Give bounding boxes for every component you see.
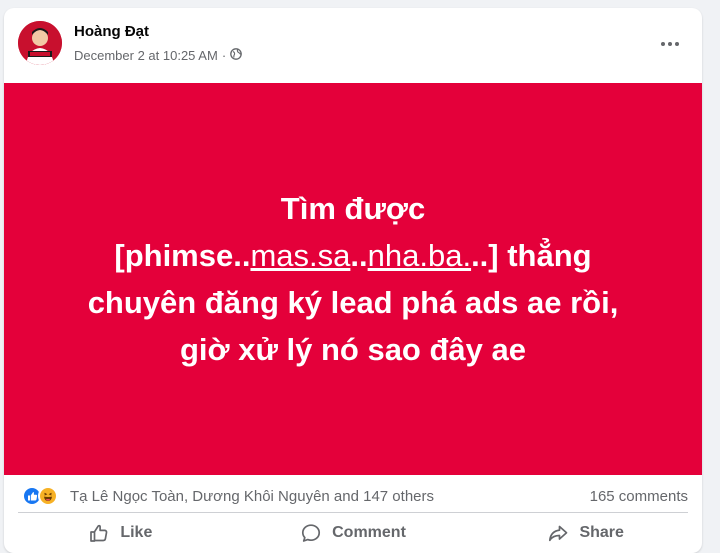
like-button[interactable]: Like (4, 513, 237, 553)
dot-icon (668, 42, 672, 46)
meta-separator: · (221, 48, 227, 63)
post-text-bracket-open: [phimse.. (114, 238, 251, 273)
avatar[interactable] (18, 21, 62, 65)
avatar-image (18, 21, 62, 65)
post-actions: Like Comment Share (4, 513, 702, 553)
post-link-2[interactable]: nha.ba. (368, 238, 471, 273)
like-label: Like (120, 524, 153, 541)
dot-icon (661, 42, 665, 46)
post-text: Tìm được [phimse..mas.sa..nha.ba...] thẳ… (43, 185, 663, 373)
thumbs-up-icon (88, 522, 110, 544)
share-label: Share (579, 524, 624, 541)
reacted-by-text[interactable]: Tạ Lê Ngọc Toàn, Dương Khôi Nguyên and 1… (70, 488, 434, 505)
post-link-1[interactable]: mas.sa (250, 238, 350, 273)
post-timestamp[interactable]: December 2 at 10:25 AM (74, 48, 218, 63)
post-text-line-3: chuyên đăng ký lead phá ads ae rồi, (87, 285, 619, 320)
comment-icon (300, 522, 322, 544)
share-icon (547, 522, 569, 544)
post-text-bracket-close: ..] thẳng (471, 238, 592, 273)
share-button[interactable]: Share (469, 513, 702, 553)
globe-icon[interactable] (230, 48, 243, 63)
post-meta: December 2 at 10:25 AM · (74, 48, 243, 63)
comment-label: Comment (332, 524, 406, 541)
post-card: Hoàng Đạt December 2 at 10:25 AM · Tìm đ… (4, 8, 702, 553)
post-header: Hoàng Đạt December 2 at 10:25 AM · (4, 8, 702, 80)
comment-button[interactable]: Comment (237, 513, 470, 553)
reaction-icons[interactable] (22, 486, 68, 506)
author-name[interactable]: Hoàng Đạt (74, 23, 149, 40)
post-text-line-4: giờ xử lý nó sao đây ae (180, 332, 526, 367)
haha-icon (38, 486, 58, 506)
post-text-mid: .. (350, 238, 368, 273)
post-background: Tìm được [phimse..mas.sa..nha.ba...] thẳ… (4, 83, 702, 475)
more-options-button[interactable] (652, 30, 688, 58)
dot-icon (675, 42, 679, 46)
post-text-line-1: Tìm được (280, 191, 426, 226)
reactions-summary: Tạ Lê Ngọc Toàn, Dương Khôi Nguyên and 1… (4, 482, 702, 510)
comments-count[interactable]: 165 comments (590, 488, 688, 505)
